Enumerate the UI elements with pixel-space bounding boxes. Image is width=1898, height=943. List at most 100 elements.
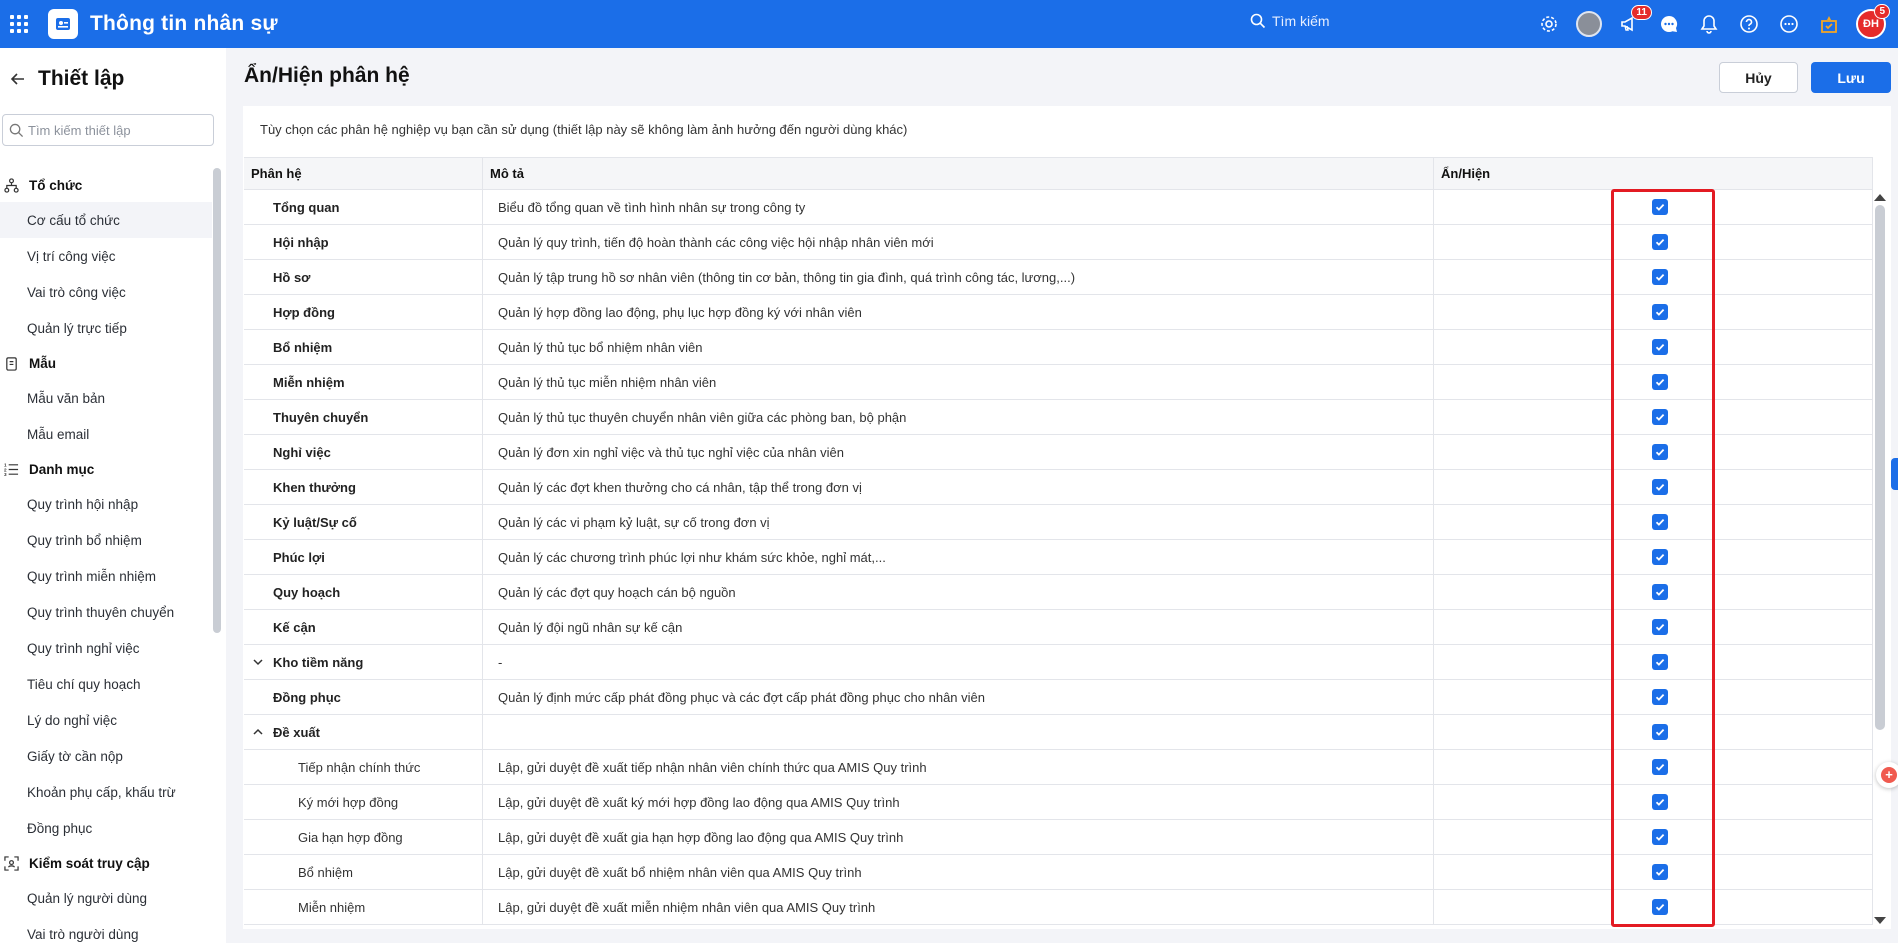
profile-photo-avatar[interactable] — [1576, 11, 1602, 37]
module-name-cell: Hồ sơ — [244, 260, 483, 294]
module-name: Hợp đồng — [273, 304, 335, 320]
global-search[interactable]: Tìm kiếm — [1250, 13, 1330, 29]
module-description: Quản lý thủ tục bổ nhiệm nhân viên — [483, 330, 1434, 364]
visibility-checkbox[interactable] — [1652, 269, 1668, 285]
check-icon — [1655, 693, 1665, 701]
scroll-down-arrow-icon[interactable] — [1874, 917, 1886, 924]
sidebar-item[interactable]: Quy trình bổ nhiệm — [0, 522, 212, 558]
sidebar-item[interactable]: Quy trình nghỉ việc — [0, 630, 212, 666]
sidebar-item[interactable]: Vai trò công việc — [0, 274, 212, 310]
visibility-checkbox[interactable] — [1652, 829, 1668, 845]
table-header: Phân hệ Mô tả Ẩn/Hiện — [244, 157, 1873, 190]
visibility-checkbox[interactable] — [1652, 899, 1668, 915]
module-name-cell: Khen thưởng — [244, 470, 483, 504]
sidebar-item[interactable]: Khoản phụ cấp, khấu trừ — [0, 774, 212, 810]
sidebar-item[interactable]: Mẫu email — [0, 416, 212, 452]
table-row: Đồng phục Quản lý định mức cấp phát đồng … — [244, 680, 1873, 715]
check-icon — [1655, 308, 1665, 316]
module-visibility-panel: Tùy chọn các phân hệ nghiệp vụ bạn cần s… — [243, 106, 1891, 929]
more-options-icon[interactable] — [1776, 11, 1802, 37]
check-icon — [1655, 553, 1665, 561]
module-name-cell: Gia hạn hợp đồng — [244, 820, 483, 854]
visibility-cell — [1434, 575, 1873, 609]
module-description: Quản lý định mức cấp phát đồng phục và c… — [483, 680, 1434, 714]
module-description — [483, 715, 1434, 749]
help-icon[interactable] — [1736, 11, 1762, 37]
visibility-checkbox[interactable] — [1652, 479, 1668, 495]
settings-search-placeholder: Tìm kiếm thiết lập — [28, 122, 131, 138]
chevron-up-icon[interactable] — [252, 726, 264, 738]
cancel-button[interactable]: Hủy — [1719, 62, 1798, 93]
gear-icon[interactable] — [1536, 11, 1562, 37]
visibility-checkbox[interactable] — [1652, 619, 1668, 635]
sidebar-item[interactable]: Tiêu chí quy hoạch — [0, 666, 212, 702]
check-icon — [1655, 868, 1665, 876]
module-name-cell: Miễn nhiệm — [244, 890, 483, 924]
visibility-checkbox[interactable] — [1652, 794, 1668, 810]
table-row: Tổng quan Biểu đồ tổng quan về tình hình … — [244, 190, 1873, 225]
visibility-checkbox[interactable] — [1652, 549, 1668, 565]
module-name: Đề xuất — [273, 724, 320, 740]
table-row: Khen thưởng Quản lý các đợt khen thưởng c… — [244, 470, 1873, 505]
sidebar-item[interactable]: Quy trình hội nhập — [0, 486, 212, 522]
visibility-checkbox[interactable] — [1652, 724, 1668, 740]
visibility-checkbox[interactable] — [1652, 374, 1668, 390]
sidebar-item[interactable]: Vai trò người dùng — [0, 916, 212, 943]
panel-note: Tùy chọn các phân hệ nghiệp vụ bạn cần s… — [260, 122, 908, 137]
module-name-cell: Miễn nhiệm — [244, 365, 483, 399]
module-description: Quản lý quy trình, tiến độ hoàn thành cá… — [483, 225, 1434, 259]
sidebar-item[interactable]: Quản lý người dùng — [0, 880, 212, 916]
sidebar-group-header: Tổ chức — [0, 168, 212, 202]
visibility-checkbox[interactable] — [1652, 444, 1668, 460]
megaphone-icon[interactable]: 11 — [1616, 5, 1652, 37]
module-name-cell: Kỷ luật/Sự cố — [244, 505, 483, 539]
gift-award-icon[interactable] — [1816, 11, 1842, 37]
scroll-up-arrow-icon[interactable] — [1874, 194, 1886, 201]
sidebar-item[interactable]: Mẫu văn bản — [0, 380, 212, 416]
sidebar-item[interactable]: Đồng phục — [0, 810, 212, 846]
visibility-checkbox[interactable] — [1652, 234, 1668, 250]
module-name-cell: Tổng quan — [244, 190, 483, 224]
table-scrollbar[interactable] — [1875, 205, 1885, 730]
user-avatar[interactable]: ĐH 5 — [1856, 4, 1890, 39]
visibility-cell — [1434, 645, 1873, 679]
side-panel-tab[interactable] — [1891, 458, 1898, 490]
module-name: Kho tiềm năng — [273, 654, 364, 670]
visibility-checkbox[interactable] — [1652, 654, 1668, 670]
settings-search-input[interactable]: Tìm kiếm thiết lập — [2, 114, 214, 146]
visibility-checkbox[interactable] — [1652, 759, 1668, 775]
module-name: Bổ nhiệm — [298, 864, 353, 880]
visibility-checkbox[interactable] — [1652, 339, 1668, 355]
module-name: Kỷ luật/Sự cố — [273, 514, 357, 530]
sidebar-item[interactable]: Quy trình thuyên chuyển — [0, 594, 212, 630]
apps-grid-icon[interactable] — [0, 0, 38, 48]
chat-icon[interactable] — [1656, 11, 1682, 37]
sidebar-item[interactable]: Lý do nghỉ việc — [0, 702, 212, 738]
module-name-cell: Đồng phục — [244, 680, 483, 714]
sidebar-item[interactable]: Quản lý trực tiếp — [0, 310, 212, 346]
module-name: Phúc lợi — [273, 549, 325, 565]
visibility-checkbox[interactable] — [1652, 864, 1668, 880]
back-arrow-icon[interactable] — [6, 67, 30, 91]
visibility-checkbox[interactable] — [1652, 689, 1668, 705]
visibility-checkbox[interactable] — [1652, 199, 1668, 215]
page-title: Ẩn/Hiện phân hệ — [244, 64, 410, 87]
floating-assistant-button[interactable]: + — [1876, 762, 1898, 788]
bell-icon[interactable] — [1696, 11, 1722, 37]
visibility-checkbox[interactable] — [1652, 514, 1668, 530]
visibility-checkbox[interactable] — [1652, 304, 1668, 320]
visibility-checkbox[interactable] — [1652, 584, 1668, 600]
chevron-down-icon[interactable] — [252, 656, 264, 668]
sidebar-group-label: Mẫu — [29, 355, 56, 371]
sidebar-scrollbar[interactable] — [213, 168, 221, 633]
sidebar-item[interactable]: Vị trí công việc — [0, 238, 212, 274]
module-description: Quản lý đội ngũ nhân sự kế cận — [483, 610, 1434, 644]
sidebar-item[interactable]: Quy trình miễn nhiệm — [0, 558, 212, 594]
module-name-cell: Nghỉ việc — [244, 435, 483, 469]
sidebar-item[interactable]: Giấy tờ cần nộp — [0, 738, 212, 774]
check-icon — [1655, 273, 1665, 281]
save-button[interactable]: Lưu — [1811, 62, 1891, 93]
module-name-cell: Bổ nhiệm — [244, 855, 483, 889]
sidebar-item[interactable]: Cơ cấu tổ chức — [0, 202, 212, 238]
visibility-checkbox[interactable] — [1652, 409, 1668, 425]
